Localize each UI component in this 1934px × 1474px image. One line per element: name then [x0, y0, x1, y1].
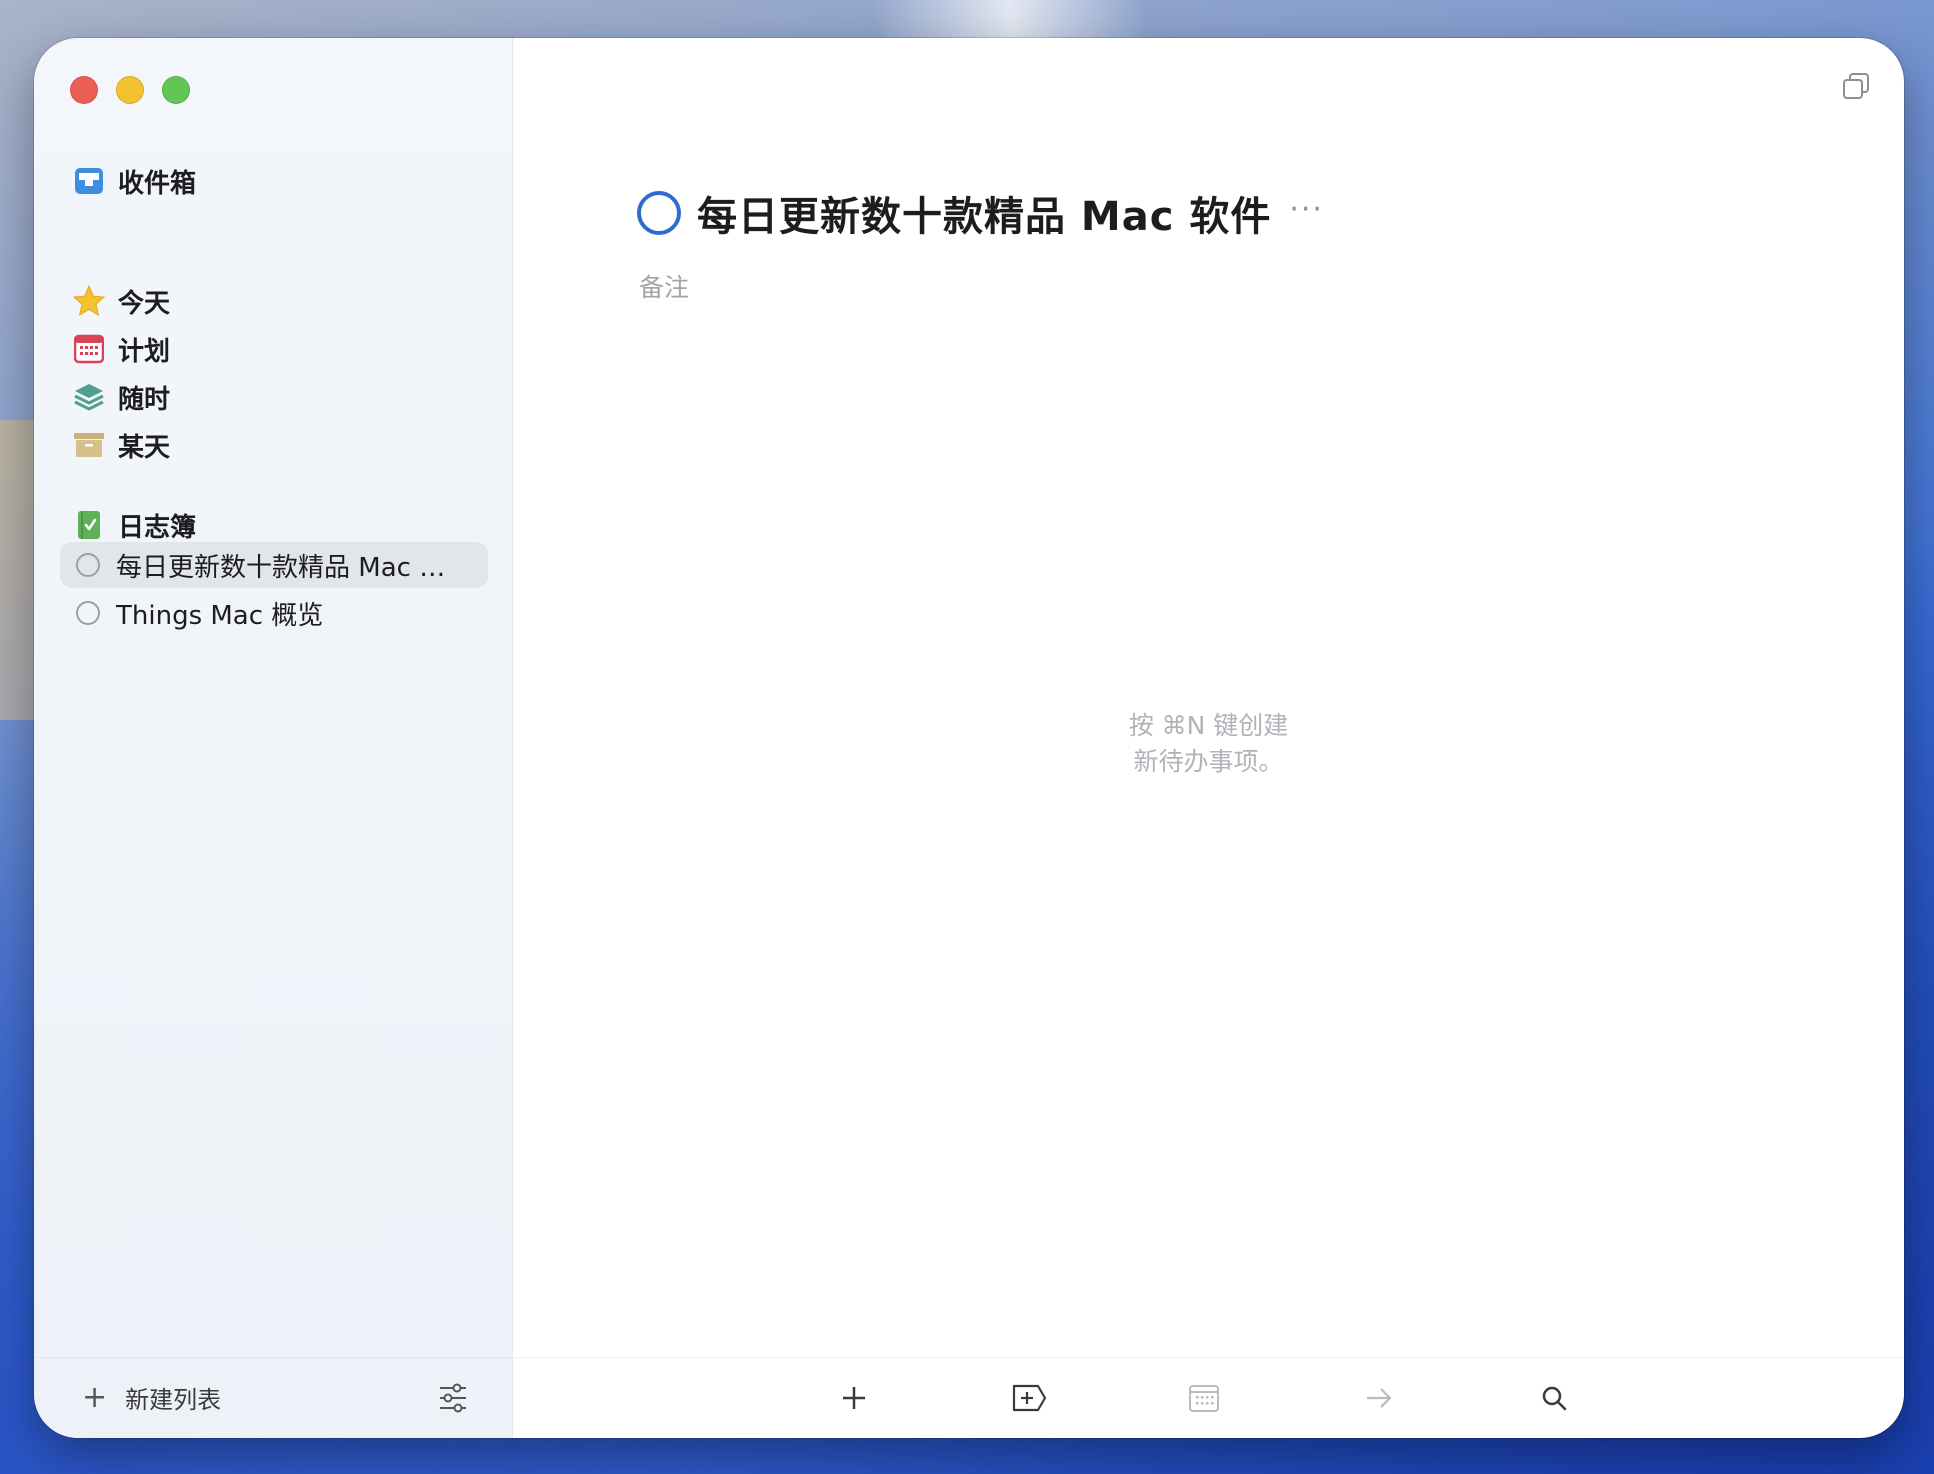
close-window-button[interactable]: [70, 76, 98, 104]
move-button[interactable]: [1359, 1378, 1399, 1418]
sidebar: 收件箱 今天 计划 随时 某天 日志簿 每日更新数十款精品 Mac 软件 Thi…: [34, 38, 513, 1438]
sidebar-item-today[interactable]: 今天: [60, 278, 488, 324]
sidebar-item-label: 今天: [118, 288, 171, 319]
project-progress-icon: [76, 553, 100, 577]
sidebar-project-item[interactable]: 每日更新数十款精品 Mac 软件: [60, 542, 488, 588]
project-header: 每日更新数十款精品 Mac 软件 ···: [637, 184, 1324, 242]
sidebar-project-label: Things Mac 概览: [116, 600, 324, 631]
add-heading-button[interactable]: [1009, 1378, 1049, 1418]
search-icon: [1542, 1386, 1567, 1411]
arrow-right-icon: [1367, 1388, 1392, 1408]
window-controls: [70, 76, 190, 104]
copy-icon: [1843, 73, 1869, 99]
sidebar-item-inbox[interactable]: 收件箱: [60, 158, 488, 204]
calendar-icon: [72, 332, 106, 366]
sidebar-item-upcoming[interactable]: 计划: [60, 326, 488, 372]
sidebar-item-anytime[interactable]: 随时: [60, 374, 488, 420]
more-options-button[interactable]: ···: [1289, 192, 1324, 227]
add-heading-icon: [1012, 1384, 1047, 1412]
notes-field[interactable]: 备注: [639, 268, 689, 304]
empty-state-hint: 按 ⌘N 键创建 新待办事项。: [513, 708, 1904, 780]
layers-icon: [72, 380, 106, 414]
search-button[interactable]: [1534, 1378, 1574, 1418]
plus-icon: +: [82, 1379, 108, 1415]
sidebar-item-someday[interactable]: 某天: [60, 422, 488, 468]
sidebar-item-label: 随时: [118, 384, 171, 415]
logbook-icon: [72, 508, 106, 542]
archive-box-icon: [72, 428, 106, 462]
when-date-button[interactable]: [1184, 1378, 1224, 1418]
minimize-window-button[interactable]: [116, 76, 144, 104]
empty-hint-line: 按 ⌘N 键创建: [1128, 711, 1289, 740]
sidebar-item-label: 日志簿: [118, 512, 197, 543]
sliders-icon: [440, 1383, 466, 1413]
inbox-icon: [72, 164, 106, 198]
star-icon: [72, 284, 106, 318]
sidebar-project-item[interactable]: Things Mac 概览: [60, 590, 488, 636]
plus-icon: [843, 1387, 865, 1409]
sidebar-item-label: 收件箱: [118, 168, 197, 199]
sidebar-footer: + 新建列表: [34, 1357, 512, 1438]
filter-settings-button[interactable]: [438, 1382, 468, 1418]
bottom-toolbar: [513, 1357, 1904, 1438]
new-list-button[interactable]: + 新建列表: [82, 1380, 221, 1415]
project-completion-checkbox[interactable]: [637, 191, 681, 235]
sidebar-project-label: 每日更新数十款精品 Mac 软件: [116, 552, 456, 583]
sidebar-item-label: 某天: [118, 432, 171, 463]
duplicate-window-button[interactable]: [1842, 72, 1870, 104]
new-list-label: 新建列表: [125, 1386, 222, 1414]
empty-hint-line: 新待办事项。: [1133, 747, 1284, 776]
project-title[interactable]: 每日更新数十款精品 Mac 软件: [697, 184, 1271, 242]
main-content: 每日更新数十款精品 Mac 软件 ··· 备注 按 ⌘N 键创建 新待办事项。: [513, 38, 1904, 1438]
project-progress-icon: [76, 601, 100, 625]
app-window: 收件箱 今天 计划 随时 某天 日志簿 每日更新数十款精品 Mac 软件 Thi…: [34, 38, 1904, 1438]
zoom-window-button[interactable]: [162, 76, 190, 104]
calendar-icon: [1189, 1385, 1219, 1412]
sidebar-item-label: 计划: [118, 336, 171, 367]
add-todo-button[interactable]: [834, 1378, 874, 1418]
